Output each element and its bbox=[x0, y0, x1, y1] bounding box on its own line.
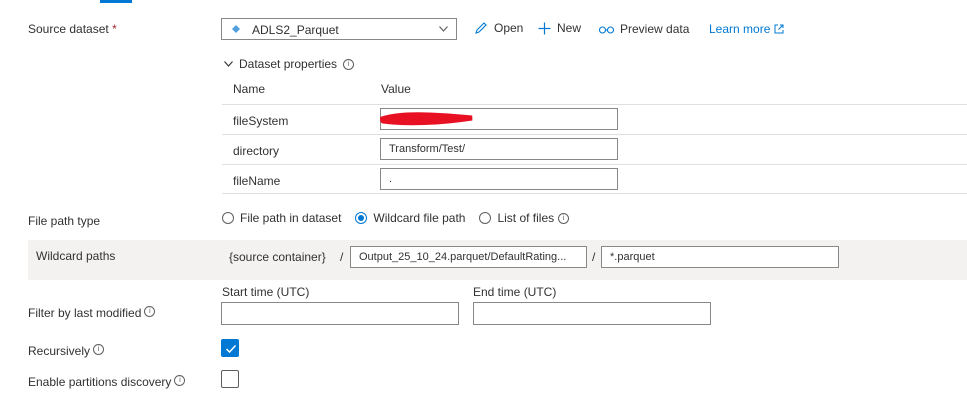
info-icon: i bbox=[93, 344, 105, 355]
info-icon: i bbox=[558, 212, 570, 224]
table-divider bbox=[222, 104, 967, 105]
end-time-label: End time (UTC) bbox=[473, 285, 557, 299]
required-mark: * bbox=[112, 22, 117, 36]
path-separator: / bbox=[340, 250, 344, 264]
info-icon: i bbox=[174, 375, 186, 386]
file-path-type-label: File path type bbox=[28, 214, 101, 228]
table-divider bbox=[222, 164, 967, 165]
active-tab-indicator bbox=[100, 0, 132, 3]
column-header-name: Name bbox=[233, 82, 266, 96]
radio-label: List of files bbox=[497, 211, 555, 225]
table-divider bbox=[222, 134, 967, 135]
pencil-icon bbox=[475, 22, 487, 34]
dataset-properties-title: Dataset properties bbox=[239, 57, 338, 71]
wildcard-paths-label: Wildcard paths bbox=[36, 249, 116, 263]
radio-file-path-in-dataset[interactable]: File path in dataset bbox=[222, 211, 341, 225]
radio-list-of-files[interactable]: List of files i bbox=[479, 211, 570, 225]
column-header-value: Value bbox=[381, 82, 411, 96]
learn-more-link[interactable]: Learn more bbox=[709, 22, 784, 36]
row-name-filesystem: fileSystem bbox=[233, 114, 289, 128]
open-label: Open bbox=[494, 21, 524, 35]
new-button[interactable]: New bbox=[538, 21, 581, 35]
filename-input[interactable]: . bbox=[380, 168, 618, 190]
info-icon: i bbox=[144, 306, 156, 317]
wildcard-file-name-input[interactable]: *.parquet bbox=[601, 246, 839, 268]
learn-more-label: Learn more bbox=[709, 22, 771, 36]
radio-circle bbox=[479, 212, 492, 224]
radio-label: File path in dataset bbox=[240, 211, 342, 225]
external-link-icon bbox=[774, 24, 784, 34]
chevron-down-icon bbox=[224, 61, 233, 67]
dataset-properties-toggle[interactable]: Dataset properties i bbox=[224, 57, 355, 71]
directory-input[interactable]: Transform/Test/ bbox=[380, 138, 618, 160]
row-name-filename: fileName bbox=[233, 174, 281, 188]
path-separator: / bbox=[592, 250, 596, 264]
redaction-scribble bbox=[380, 112, 473, 126]
start-time-input[interactable] bbox=[221, 302, 459, 325]
radio-label: Wildcard file path bbox=[373, 211, 466, 225]
preview-data-button[interactable]: Preview data bbox=[599, 22, 689, 36]
new-label: New bbox=[557, 21, 582, 35]
glasses-icon bbox=[599, 26, 614, 34]
enable-partitions-discovery-label: Enable partitions discovery i bbox=[28, 375, 186, 389]
radio-wildcard-file-path[interactable]: Wildcard file path bbox=[355, 211, 465, 225]
dataset-icon bbox=[232, 25, 240, 33]
recursively-checkbox[interactable] bbox=[221, 339, 239, 357]
source-dataset-label: Source dataset * bbox=[28, 22, 117, 36]
preview-data-label: Preview data bbox=[620, 22, 690, 36]
source-dataset-value: ADLS2_Parquet bbox=[252, 23, 339, 37]
enable-partitions-discovery-checkbox[interactable] bbox=[221, 370, 239, 388]
file-path-type-radio-group: File path in dataset Wildcard file path … bbox=[222, 211, 570, 225]
end-time-input[interactable] bbox=[473, 302, 711, 325]
source-dataset-dropdown[interactable]: ADLS2_Parquet bbox=[221, 18, 457, 40]
start-time-label: Start time (UTC) bbox=[222, 285, 310, 299]
recursively-label: Recursively i bbox=[28, 344, 105, 358]
wildcard-folder-path-input[interactable]: Output_25_10_24.parquet/DefaultRating... bbox=[350, 246, 587, 268]
chevron-down-icon bbox=[439, 26, 448, 32]
filter-by-last-modified-label: Filter by last modified i bbox=[28, 306, 156, 320]
radio-circle-selected bbox=[355, 212, 368, 224]
row-name-directory: directory bbox=[233, 144, 280, 158]
radio-circle bbox=[222, 212, 234, 224]
table-divider bbox=[222, 193, 967, 194]
plus-icon bbox=[538, 22, 551, 34]
open-button[interactable]: Open bbox=[474, 21, 523, 35]
source-container-text: {source container} bbox=[229, 250, 326, 264]
info-icon: i bbox=[343, 58, 355, 70]
checkmark-icon bbox=[225, 344, 237, 354]
